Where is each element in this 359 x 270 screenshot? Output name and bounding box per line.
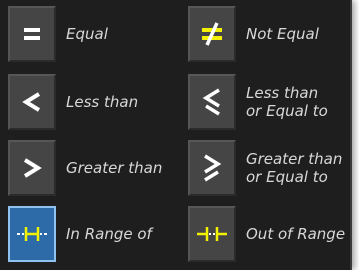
operator-option-in-range[interactable]: In Range of [8,206,180,266]
out-of-range-button[interactable] [188,206,236,262]
not-equal-label: Not Equal [246,6,319,62]
operator-option-out-of-range[interactable]: Out of Range [188,206,348,266]
operator-option-less-than[interactable]: Less than [8,74,178,134]
greater-than-label-text: Greater than [66,159,163,177]
greater-than-or-equal-label-line1: Greater than [246,150,343,168]
less-than-icon [22,92,41,112]
greater-than-button[interactable] [8,140,56,196]
equal-label: Equal [66,6,108,62]
less-than-label-text: Less than [66,93,139,111]
less-than-or-equal-button[interactable] [188,74,236,130]
in-range-icon [17,227,47,241]
less-than-button[interactable] [8,74,56,130]
less-than-or-equal-label: Less than or Equal to [246,74,328,130]
in-range-label-text: In Range of [66,225,152,243]
operator-option-greater-than-or-equal[interactable]: Greater than or Equal to [188,140,348,200]
operator-option-equal[interactable]: Equal [8,6,178,66]
less-than-or-equal-label-line2: or Equal to [246,102,328,120]
out-of-range-icon [197,227,227,241]
in-range-label: In Range of [66,206,152,262]
greater-than-icon [23,158,42,178]
greater-than-or-equal-button[interactable] [188,140,236,196]
not-equal-label-text: Not Equal [246,25,319,43]
operator-option-less-than-or-equal[interactable]: Less than or Equal to [188,74,348,134]
equal-icon [24,28,40,40]
equal-button[interactable] [8,6,56,62]
equal-label-text: Equal [66,25,108,43]
greater-than-or-equal-icon [204,154,222,182]
out-of-range-label: Out of Range [246,206,345,262]
out-of-range-label-text: Out of Range [246,225,346,243]
greater-than-or-equal-label: Greater than or Equal to [246,140,342,196]
in-range-button[interactable] [8,206,56,262]
greater-than-label: Greater than [66,140,162,196]
less-than-label: Less than [66,74,138,130]
less-than-or-equal-label-line1: Less than [246,84,319,102]
operator-option-not-equal[interactable]: Not Equal [188,6,348,66]
less-than-or-equal-icon [202,88,220,116]
not-equal-icon [202,22,222,46]
comparison-operator-panel: Equal Not Equal Less than Less than or E… [0,0,352,270]
not-equal-button[interactable] [188,6,236,62]
operator-option-greater-than[interactable]: Greater than [8,140,188,200]
greater-than-or-equal-label-line2: or Equal to [246,168,328,186]
